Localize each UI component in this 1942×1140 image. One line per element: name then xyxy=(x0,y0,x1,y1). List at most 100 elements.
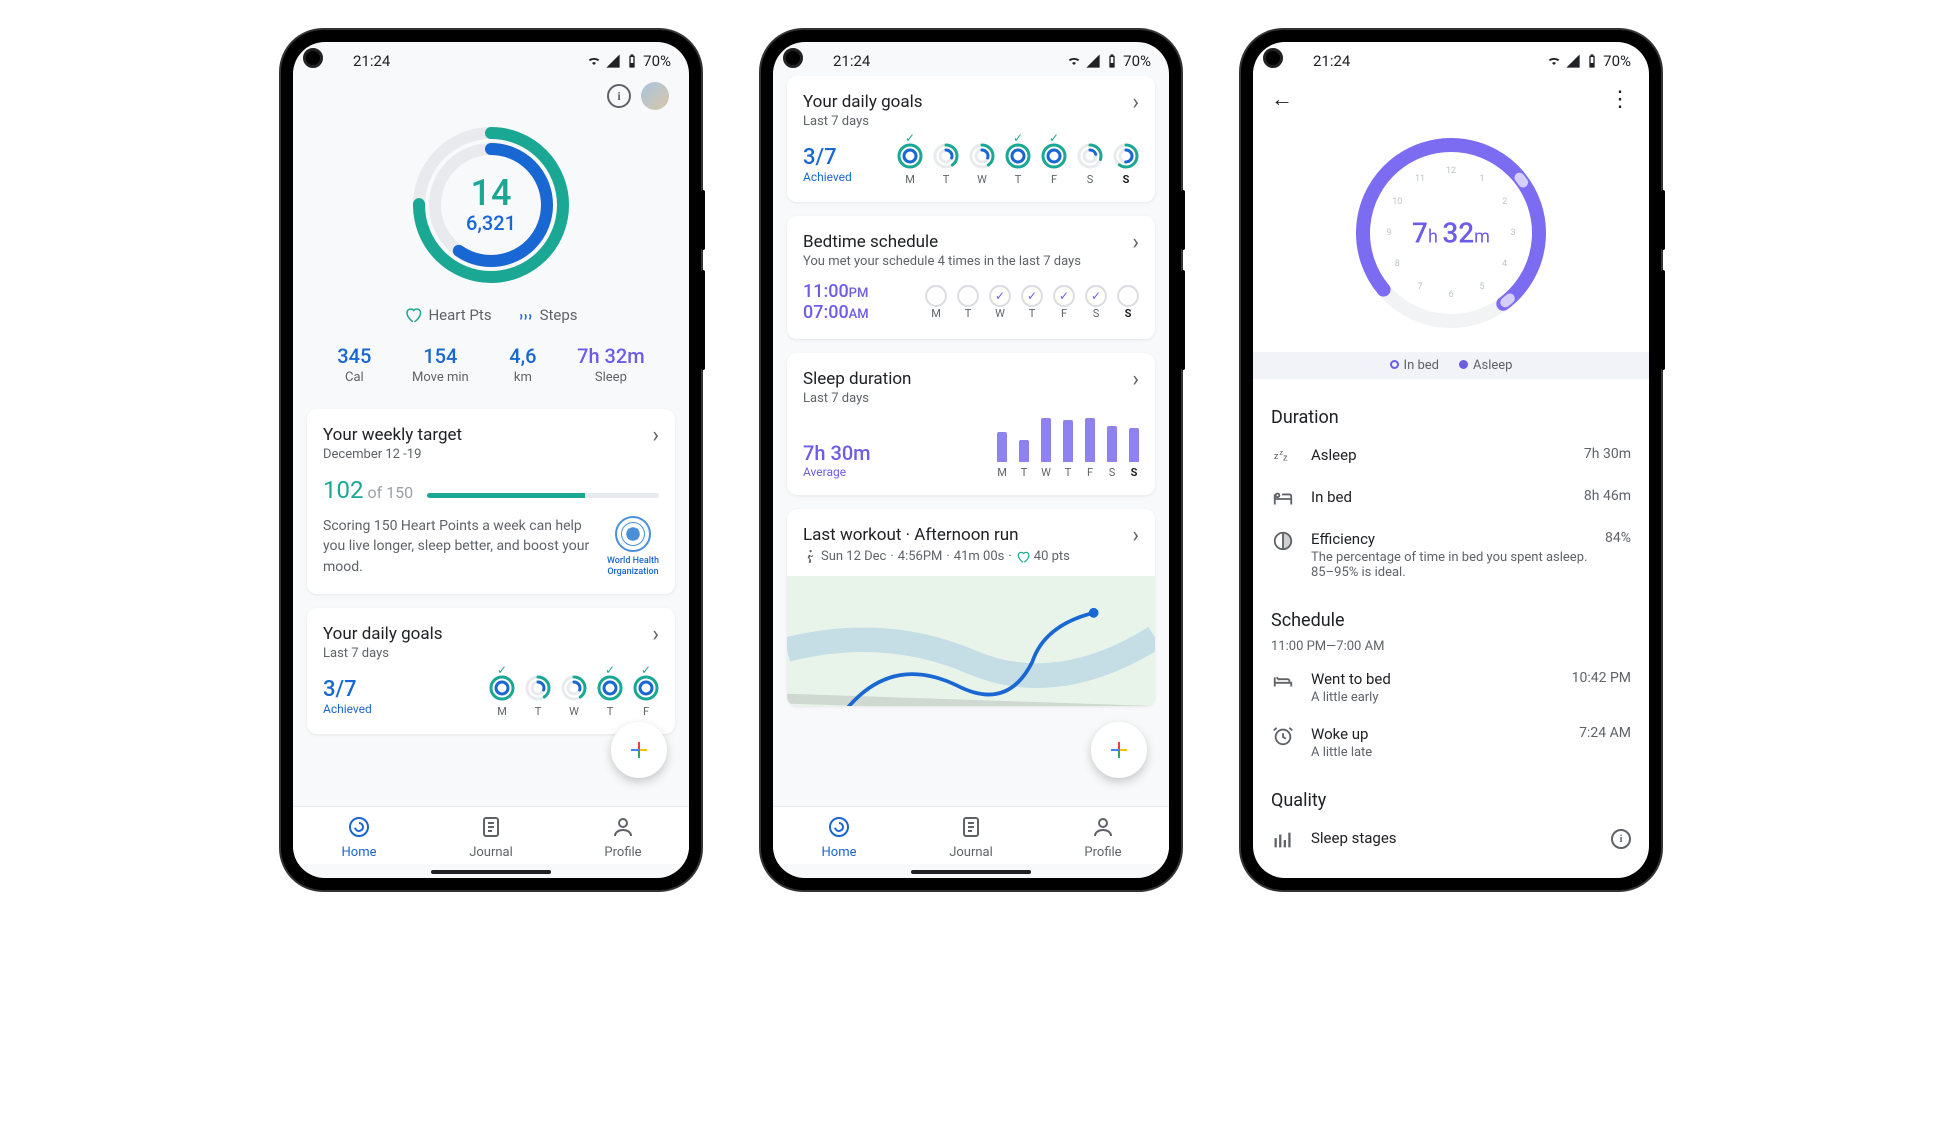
progress-value: 102 xyxy=(323,476,363,504)
sleep-bar xyxy=(1041,418,1051,462)
metric-km[interactable]: 4,6km xyxy=(509,344,536,385)
nav-journal[interactable]: Journal xyxy=(905,815,1037,860)
who-logo: World Health Organization xyxy=(607,516,659,578)
bottom-nav: Home Journal Profile xyxy=(773,806,1169,864)
row-efficiency[interactable]: EfficiencyThe percentage of time in bed … xyxy=(1253,520,1649,590)
day-ring: ✓ xyxy=(633,675,659,701)
day-ring xyxy=(933,143,959,169)
bed-day-circle xyxy=(1117,285,1139,307)
nav-home[interactable]: Home xyxy=(773,815,905,860)
battery-pct: 70% xyxy=(643,52,671,70)
schedule-range: 11:00 PM—7:00 AM xyxy=(1253,639,1649,660)
card-body: Scoring 150 Heart Points a week can help… xyxy=(323,516,591,578)
back-button[interactable]: ← xyxy=(1271,86,1293,112)
wifi-icon xyxy=(1066,53,1082,69)
wifi-icon xyxy=(586,53,602,69)
workout-map[interactable] xyxy=(787,576,1155,706)
fab-add[interactable] xyxy=(611,722,667,778)
sleep-bar xyxy=(1085,418,1095,462)
sleep-bar xyxy=(1063,420,1073,462)
row-asleep[interactable]: zzz Asleep 7h 30m xyxy=(1253,436,1649,478)
bed-day-circle xyxy=(989,285,1011,307)
activity-ring[interactable]: 14 6,321 xyxy=(406,120,576,290)
sleep-ring[interactable]: 123456789101112 7h 32m xyxy=(1346,128,1556,338)
more-icon[interactable]: ⋮ xyxy=(1609,87,1631,112)
signal-icon xyxy=(605,53,621,69)
chevron-right-icon: › xyxy=(652,624,659,646)
progress-bar xyxy=(427,493,659,498)
wifi-icon xyxy=(1546,53,1562,69)
chevron-right-icon: › xyxy=(652,425,659,447)
chevron-right-icon: › xyxy=(1132,232,1139,254)
day-ring: ✓ xyxy=(489,675,515,701)
bed-icon xyxy=(1271,488,1295,510)
camera-cutout xyxy=(783,48,803,68)
day-ring: ✓ xyxy=(1005,143,1031,169)
ring-legend: Heart Pts Steps xyxy=(307,306,675,324)
sleep-bar xyxy=(1107,426,1117,462)
sleep-duration-card[interactable]: Sleep durationLast 7 days › 7h 30mAverag… xyxy=(787,353,1155,495)
nav-home[interactable]: Home xyxy=(293,815,425,860)
metrics-row: 345Cal 154Move min 4,6km 7h 32mSleep xyxy=(307,344,675,409)
phone-sleep-detail: 21:24 70% ← ⋮ 12 xyxy=(1241,30,1661,890)
fab-add[interactable] xyxy=(1091,722,1147,778)
day-ring xyxy=(525,675,551,701)
nav-handle[interactable] xyxy=(431,870,551,874)
day-ring: ✓ xyxy=(897,143,923,169)
daily-goals-card[interactable]: Your daily goalsLast 7 days › 3/7Achieve… xyxy=(787,76,1155,202)
info-icon[interactable]: i xyxy=(607,84,631,108)
chevron-right-icon: › xyxy=(1132,369,1139,391)
status-bar: 21:24 70% xyxy=(293,42,689,76)
nav-profile[interactable]: Profile xyxy=(1037,815,1169,860)
day-ring: ✓ xyxy=(1041,143,1067,169)
nav-profile[interactable]: Profile xyxy=(557,815,689,860)
card-title: Your weekly target xyxy=(323,425,462,445)
row-sleep-stages[interactable]: Sleep stages i xyxy=(1253,819,1649,861)
battery-icon xyxy=(624,53,640,69)
svg-text:z: z xyxy=(1283,454,1288,464)
svg-text:z: z xyxy=(1274,452,1279,462)
battery-icon xyxy=(1104,53,1120,69)
heart-pts-value: 14 xyxy=(466,175,516,211)
nav-handle[interactable] xyxy=(911,870,1031,874)
bottom-nav: Home Journal Profile xyxy=(293,806,689,864)
row-went-to-bed[interactable]: Went to bedA little early 10:42 PM xyxy=(1253,660,1649,715)
heart-icon xyxy=(404,306,422,324)
steps-value: 6,321 xyxy=(466,211,516,235)
sleep-bar xyxy=(1019,440,1029,462)
day-ring: ✓ xyxy=(597,675,623,701)
bed-day-circle xyxy=(1053,285,1075,307)
metric-sleep[interactable]: 7h 32mSleep xyxy=(577,344,645,385)
bed-day-circle xyxy=(957,285,979,307)
heart-icon xyxy=(1016,550,1030,564)
avatar[interactable] xyxy=(641,82,669,110)
daily-goals-card[interactable]: Your daily goals Last 7 days › 3/7 Achie… xyxy=(307,608,675,734)
bedtime-card[interactable]: Bedtime scheduleYou met your schedule 4 … xyxy=(787,216,1155,339)
nav-journal[interactable]: Journal xyxy=(425,815,557,860)
section-schedule: Schedule xyxy=(1253,602,1649,639)
sleep-legend: In bed Asleep xyxy=(1253,352,1649,379)
status-bar: 21:24 70% xyxy=(773,42,1169,76)
weekly-target-card[interactable]: Your weekly target December 12 -19 › 102… xyxy=(307,409,675,594)
sleep-icon: zzz xyxy=(1271,446,1295,468)
phone-scrolled: 21:24 70% Your daily goalsLast 7 days › … xyxy=(761,30,1181,890)
metric-cal[interactable]: 345Cal xyxy=(337,344,371,385)
camera-cutout xyxy=(303,48,323,68)
alarm-icon xyxy=(1271,725,1295,747)
workout-card[interactable]: Last workout · Afternoon run Sun 12 Dec … xyxy=(787,509,1155,706)
stages-icon xyxy=(1271,829,1295,851)
day-ring xyxy=(561,675,587,701)
metric-move[interactable]: 154Move min xyxy=(412,344,469,385)
row-woke-up[interactable]: Woke upA little late 7:24 AM xyxy=(1253,715,1649,770)
camera-cutout xyxy=(1263,48,1283,68)
day-ring xyxy=(1113,143,1139,169)
chevron-right-icon: › xyxy=(1132,525,1139,547)
row-inbed[interactable]: In bed 8h 46m xyxy=(1253,478,1649,520)
day-ring xyxy=(969,143,995,169)
signal-icon xyxy=(1085,53,1101,69)
sleep-bar xyxy=(1129,428,1139,462)
day-ring xyxy=(1077,143,1103,169)
chevron-right-icon: › xyxy=(1132,92,1139,114)
battery-icon xyxy=(1584,53,1600,69)
efficiency-icon xyxy=(1271,530,1295,552)
